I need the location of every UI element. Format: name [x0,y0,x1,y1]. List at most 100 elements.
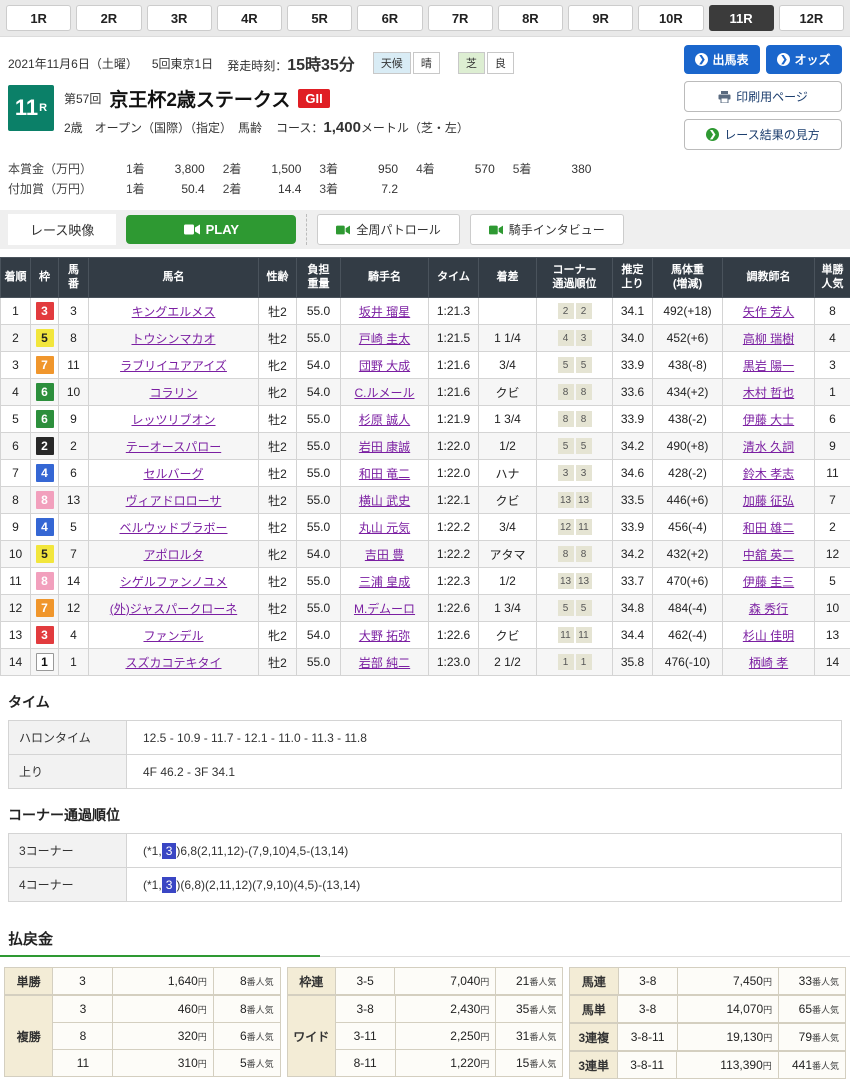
time-row: ハロンタイム12.5 - 10.9 - 11.7 - 12.1 - 11.0 -… [9,721,842,755]
trainer-link[interactable]: 柄崎 孝 [749,656,788,670]
race-tab-4R[interactable]: 4R [217,5,282,31]
jockey-link[interactable]: 吉田 豊 [365,548,404,562]
horse-link[interactable]: キングエルメス [132,305,216,319]
race-tab-2R[interactable]: 2R [76,5,141,31]
corner-position: 13 [576,492,592,508]
sex-age: 牡2 [259,649,297,676]
trainer-link[interactable]: 杉山 佳明 [743,629,794,643]
play-button[interactable]: PLAY [126,215,296,244]
horse-link[interactable]: セルバーグ [143,467,203,481]
trainer-link[interactable]: 鈴木 孝志 [743,467,794,481]
horse-link[interactable]: レッツリブオン [131,413,215,427]
race-tab-5R[interactable]: 5R [287,5,352,31]
results-column-header: コーナー 通過順位 [537,258,613,298]
trainer-link[interactable]: 和田 雄二 [743,521,794,535]
trainer-link[interactable]: 伊藤 大士 [743,413,794,427]
estimated-last-3f: 34.1 [613,298,653,325]
popularity-suffix: 番人気 [529,1005,556,1015]
prize-section: 本賞金（万円） 1着3,8002着1,5003着9504着5705着380 付加… [0,150,850,202]
horse-link[interactable]: コラリン [149,386,197,400]
carried-weight: 55.0 [297,298,341,325]
estimated-last-3f: 33.6 [613,379,653,406]
jockey-cell: 大野 拓弥 [341,622,429,649]
entry-table-button[interactable]: ❯ 出馬表 [684,45,760,74]
horse-name-cell: ファンデル [89,622,259,649]
race-tab-1R[interactable]: 1R [6,5,71,31]
video-camera-icon [489,225,503,235]
race-tab-3R[interactable]: 3R [147,5,212,31]
yen-suffix: 円 [198,1032,207,1042]
jockey-link[interactable]: 団野 大成 [359,359,410,373]
payout-amount-value: 113,390 [720,1058,763,1072]
jockey-link[interactable]: 岩田 康誠 [359,440,410,454]
race-tab-12R[interactable]: 12R [779,5,844,31]
payout-popularity: 8番人気 [213,968,280,995]
prize-place: 5着 [513,162,532,176]
jockey-cell: 坂井 瑠星 [341,298,429,325]
race-edition: 第57回 [64,90,101,107]
trainer-link[interactable]: 木村 哲也 [743,386,794,400]
horse-link[interactable]: ファンデル [143,629,203,643]
body-weight: 476(-10) [653,649,723,676]
trainer-link[interactable]: 中舘 英二 [743,548,794,562]
jockey-link[interactable]: C.ルメール [354,386,414,400]
payout-amount-value: 2,430 [450,1002,480,1016]
jockey-link[interactable]: 岩部 純二 [359,656,410,670]
estimated-last-3f: 33.9 [613,514,653,541]
corner-positions: 88 [537,379,613,406]
jockey-link[interactable]: 三浦 皇成 [359,575,410,589]
patrol-video-button[interactable]: 全周パトロール [317,214,459,245]
prize-place: 1着 [126,162,145,176]
corner-position: 5 [558,600,574,616]
corner-positions: 88 [537,541,613,568]
race-tab-7R[interactable]: 7R [428,5,493,31]
horse-link[interactable]: (外)ジャスパークローネ [110,602,237,616]
horse-link[interactable]: アポロルタ [143,548,203,562]
trainer-link[interactable]: 黒岩 陽一 [743,359,794,373]
horse-link[interactable]: シゲルファンノユメ [120,575,227,589]
trainer-link[interactable]: 森 秀行 [749,602,788,616]
jockey-cell: 三浦 皇成 [341,568,429,595]
trainer-link[interactable]: 高柳 瑞樹 [743,332,794,346]
horse-number: 3 [59,298,89,325]
horse-link[interactable]: ベルウッドブラボー [119,521,227,535]
horse-link[interactable]: ラブリイユアアイズ [120,359,227,373]
race-tab-8R[interactable]: 8R [498,5,563,31]
trainer-link[interactable]: 加藤 征弘 [743,494,794,508]
frame-number: 7 [36,599,54,617]
race-tab-6R[interactable]: 6R [357,5,422,31]
jockey-link[interactable]: 丸山 元気 [359,521,410,535]
jockey-link[interactable]: 坂井 瑠星 [359,305,410,319]
odds-button[interactable]: ❯ オッズ [766,45,842,74]
frame-number: 4 [36,518,54,536]
sex-age: 牡2 [259,298,297,325]
horse-link[interactable]: トウシンマカオ [131,332,215,346]
jockey-link[interactable]: 横山 武史 [359,494,410,508]
horse-link[interactable]: スズカコテキタイ [125,656,221,670]
finish-position: 9 [1,514,31,541]
jockey-link[interactable]: 和田 竜二 [359,467,410,481]
jockey-link[interactable]: M.デムーロ [354,602,415,616]
jockey-link[interactable]: 戸崎 圭太 [359,332,410,346]
print-page-button[interactable]: 印刷用ページ [684,81,842,112]
jockey-link[interactable]: 大野 拓弥 [359,629,410,643]
meeting-day: 5回東京1日 [152,55,213,72]
jockey-interview-button[interactable]: 騎手インタビュー [470,214,624,245]
frame-number: 2 [36,437,54,455]
race-tab-9R[interactable]: 9R [568,5,633,31]
race-tab-10R[interactable]: 10R [638,5,703,31]
race-tab-11R[interactable]: 11R [709,5,774,31]
horse-link[interactable]: ヴィアドロローサ [126,494,222,508]
jockey-link[interactable]: 杉原 誠人 [359,413,410,427]
win-favorite-rank: 5 [815,568,850,595]
results-guide-button[interactable]: ❯ レース結果の見方 [684,119,842,150]
race-date: 2021年11月6日（土曜） [8,55,138,72]
carried-weight: 55.0 [297,487,341,514]
trainer-link[interactable]: 伊藤 圭三 [743,575,794,589]
payout-row: ワイド3-82,430円35番人気 [287,996,563,1023]
trainer-link[interactable]: 矢作 芳人 [743,305,794,319]
horse-link[interactable]: テーオースパロー [126,440,221,454]
win-favorite-rank: 4 [815,325,850,352]
trainer-link[interactable]: 清水 久詞 [743,440,794,454]
video-bar: レース映像 PLAY 全周パトロール 騎手インタビュー [0,210,850,249]
